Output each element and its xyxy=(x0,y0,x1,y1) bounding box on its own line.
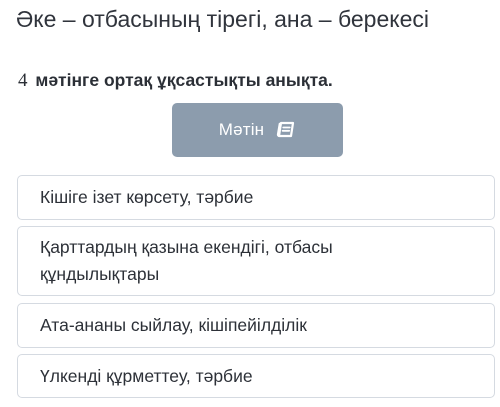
question-prompt: 4 мәтінге ортақ ұқсастықты анықта. xyxy=(18,66,333,95)
answer-option-label: Қарттардың қазына екендігі, отбасы құнды… xyxy=(40,237,333,284)
show-text-button-label: Мәтін xyxy=(218,120,265,139)
answer-option-3[interactable]: Ата-ананы сыйлау, кішіпейілділік xyxy=(17,303,495,348)
question-number: 4 xyxy=(18,70,28,91)
answer-option-2[interactable]: Қарттардың қазына екендігі, отбасы құнды… xyxy=(17,226,495,296)
answer-option-label: Үлкенді құрметтеу, тәрбие xyxy=(40,365,253,386)
answer-option-4[interactable]: Үлкенді құрметтеу, тәрбие xyxy=(17,354,495,398)
show-text-button[interactable]: Мәтін xyxy=(172,103,343,157)
answer-option-1[interactable]: Кішіге ізет көрсету, тәрбие xyxy=(17,175,495,220)
question-text: мәтінге ортақ ұқсастықты анықта. xyxy=(35,70,333,90)
book-icon xyxy=(276,121,296,139)
answer-option-label: Ата-ананы сыйлау, кішіпейілділік xyxy=(40,315,307,335)
lesson-title: Әке – отбасының тірегі, ана – берекесі xyxy=(16,6,429,32)
answer-option-label: Кішіге ізет көрсету, тәрбие xyxy=(40,187,254,207)
